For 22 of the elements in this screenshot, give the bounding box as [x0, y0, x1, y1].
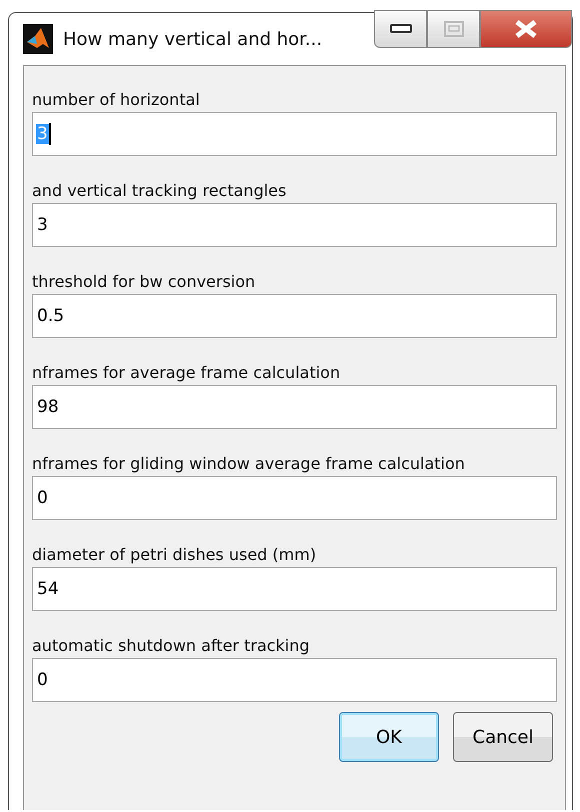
- field-label: and vertical tracking rectangles: [32, 180, 288, 202]
- maximize-icon: [442, 20, 464, 38]
- cancel-button[interactable]: Cancel: [453, 712, 553, 762]
- field-label: nframes for gliding window average frame calculation: [32, 453, 466, 475]
- field-label: number of horizontal: [32, 89, 201, 111]
- field-label: nframes for average frame calculation: [32, 362, 342, 384]
- input-field[interactable]: 3: [32, 203, 557, 247]
- minimize-icon: [390, 24, 412, 34]
- field-label: threshold for bw conversion: [32, 271, 256, 293]
- input-field[interactable]: 0: [32, 658, 557, 702]
- input-field[interactable]: 0.5: [32, 294, 557, 338]
- field-label: diameter of petri dishes used (mm): [32, 544, 318, 566]
- minimize-button[interactable]: [374, 10, 427, 48]
- window-title: How many vertical and hor...: [63, 28, 322, 50]
- close-icon: [513, 19, 539, 39]
- app-logo-icon: [23, 24, 53, 54]
- input-field[interactable]: 0: [32, 476, 557, 520]
- field-label: automatic shutdown after tracking: [32, 635, 311, 657]
- input-field[interactable]: 54: [32, 567, 557, 611]
- close-button[interactable]: [480, 10, 572, 48]
- input-field[interactable]: 98: [32, 385, 557, 429]
- ok-button[interactable]: OK: [339, 712, 439, 762]
